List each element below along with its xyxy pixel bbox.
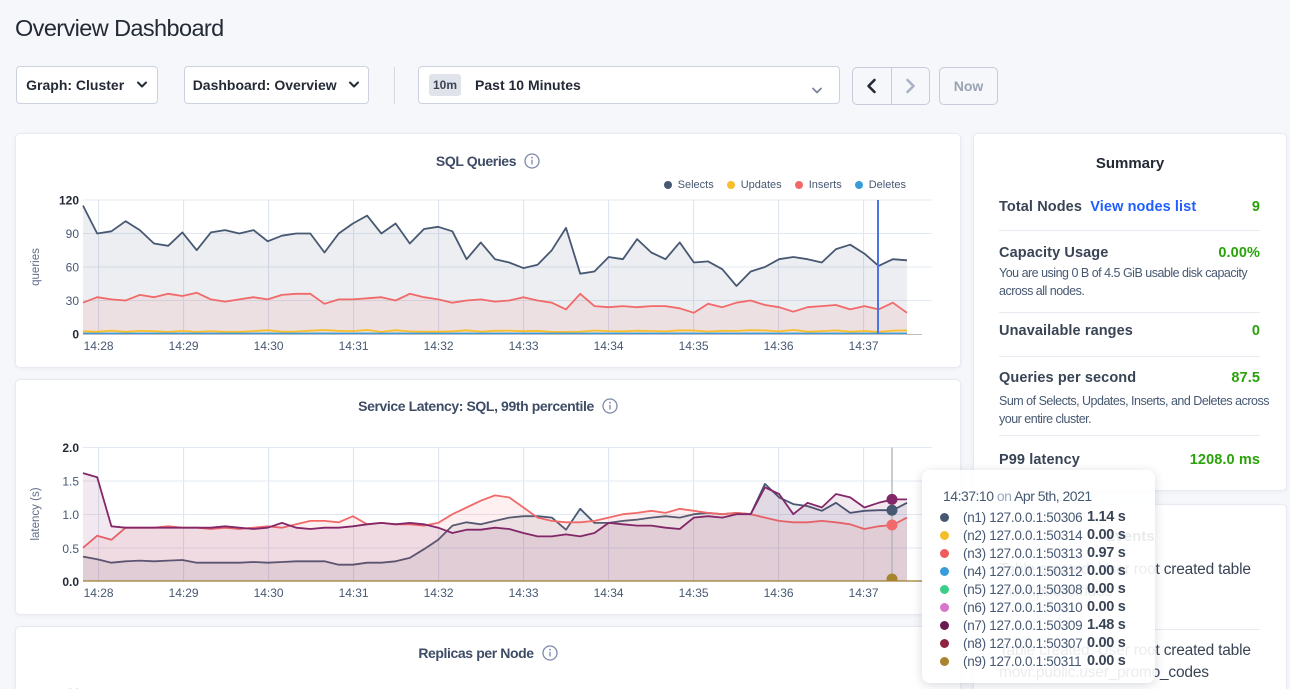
svg-text:14:37: 14:37	[849, 339, 879, 353]
svg-text:14:34: 14:34	[594, 339, 624, 353]
svg-text:0.0: 0.0	[62, 575, 79, 589]
svg-text:14:34: 14:34	[594, 586, 624, 600]
svg-text:14:36: 14:36	[764, 586, 794, 600]
svg-text:120: 120	[59, 194, 79, 208]
svg-text:14:33: 14:33	[509, 586, 539, 600]
svg-text:14:31: 14:31	[339, 586, 369, 600]
svg-text:14:29: 14:29	[169, 339, 199, 353]
svg-text:1.5: 1.5	[62, 475, 79, 489]
svg-text:1.0: 1.0	[62, 508, 79, 522]
svg-text:14:31: 14:31	[339, 339, 369, 353]
svg-text:14:37: 14:37	[849, 586, 879, 600]
svg-text:14:28: 14:28	[84, 339, 114, 353]
svg-text:14:32: 14:32	[424, 586, 454, 600]
svg-text:14:36: 14:36	[764, 339, 794, 353]
svg-text:14:28: 14:28	[84, 586, 114, 600]
svg-text:0.5: 0.5	[62, 542, 79, 556]
svg-text:90: 90	[66, 227, 80, 241]
svg-text:14:30: 14:30	[254, 586, 284, 600]
svg-text:14:32: 14:32	[424, 339, 454, 353]
svg-text:30: 30	[66, 294, 80, 308]
svg-text:queries: queries	[30, 248, 42, 286]
svg-text:14:30: 14:30	[254, 339, 284, 353]
svg-text:0: 0	[72, 328, 79, 342]
svg-text:60: 60	[66, 261, 80, 275]
svg-text:14:35: 14:35	[679, 586, 709, 600]
svg-text:latency (s): latency (s)	[30, 487, 42, 540]
svg-text:2.0: 2.0	[62, 441, 79, 455]
svg-text:14:33: 14:33	[509, 339, 539, 353]
svg-text:14:29: 14:29	[169, 586, 199, 600]
svg-text:14:35: 14:35	[679, 339, 709, 353]
